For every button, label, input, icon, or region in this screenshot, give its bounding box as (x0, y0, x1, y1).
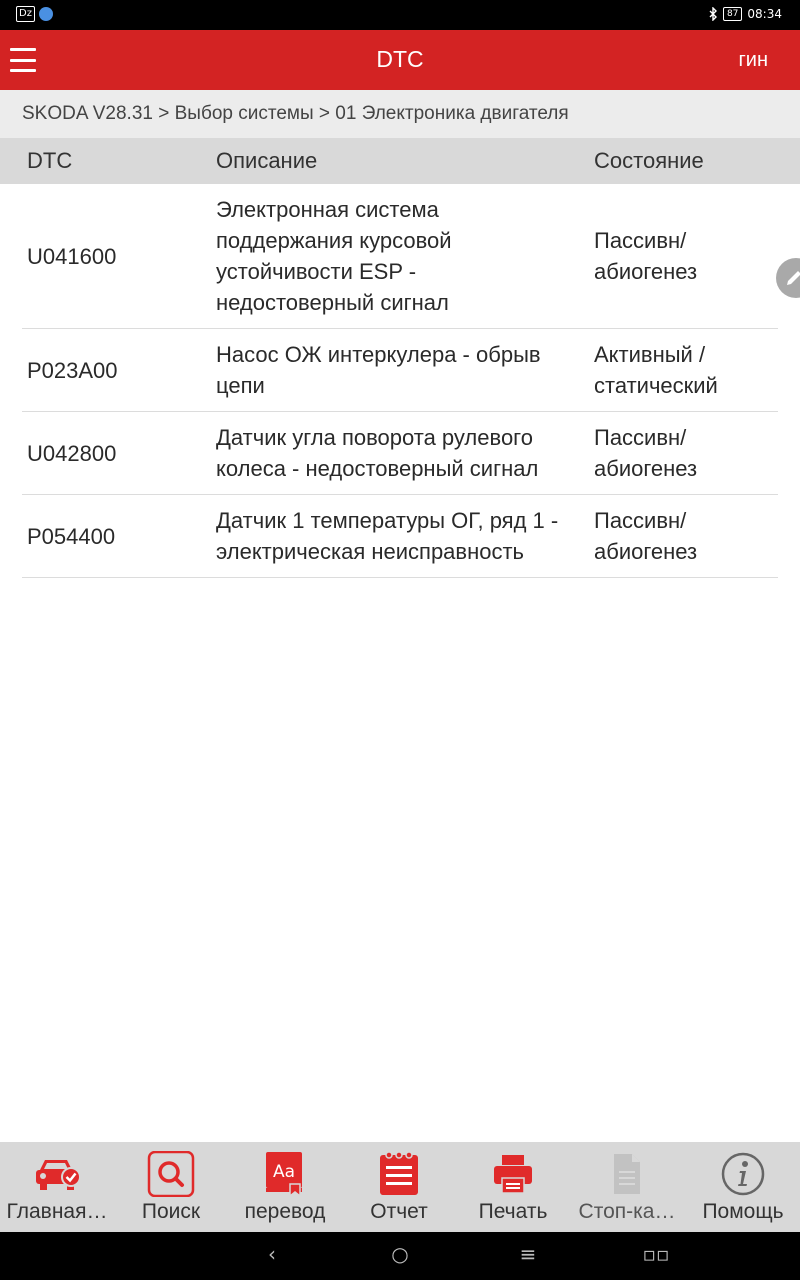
app-bar: DTC гин (0, 30, 800, 90)
back-nav-icon[interactable]: ‹ (257, 1242, 287, 1266)
table-header: DTC Описание Состояние (0, 138, 800, 184)
toolbar-label: Стоп-ка… (578, 1200, 676, 1223)
translate-icon: Aa (260, 1150, 310, 1198)
table-row[interactable]: P054400 Датчик 1 температуры ОГ, ряд 1 -… (22, 495, 778, 578)
table-row[interactable]: U041600 Электронная система поддержания … (22, 184, 778, 329)
header-state: Состояние (594, 148, 704, 173)
recents-nav-icon[interactable]: ▫▫ (641, 1242, 671, 1266)
toolbar-label: Главная… (6, 1200, 108, 1223)
table-row[interactable]: U042800 Датчик угла поворота рулевого ко… (22, 412, 778, 495)
svg-text:Aa: Aa (273, 1162, 295, 1182)
toolbar-help-button[interactable]: Помощь (686, 1142, 800, 1232)
car-check-icon (32, 1150, 82, 1198)
toolbar-label: Отчет (370, 1200, 428, 1223)
dtc-code: P054400 (27, 523, 116, 549)
login-button[interactable]: гин (738, 49, 768, 72)
toolbar-print-button[interactable]: Печать (456, 1142, 570, 1232)
battery-icon: 87 (722, 7, 743, 21)
status-bar: Dz 87 08:34 (0, 0, 800, 30)
dtc-state: Пассивн/ абиогенез (594, 425, 698, 481)
toolbar-label: перевод (244, 1200, 326, 1223)
toolbar-stopframe-button[interactable]: Стоп-ка… (570, 1142, 684, 1232)
home-nav-icon[interactable]: ○ (385, 1242, 415, 1266)
dtc-state: Активный / статический (594, 342, 718, 398)
notification-icon (38, 7, 53, 21)
header-description: Описание (216, 148, 318, 173)
info-icon (718, 1150, 768, 1198)
status-bar-right: 87 08:34 (708, 7, 782, 21)
report-icon (374, 1150, 424, 1198)
status-bar-left: Dz (16, 6, 53, 22)
menu-nav-icon[interactable]: ≡ (513, 1242, 543, 1266)
search-icon (146, 1150, 196, 1198)
printer-icon (488, 1150, 538, 1198)
dz-badge: Dz (16, 6, 35, 22)
dtc-code: P023A00 (27, 357, 118, 383)
toolbar-report-button[interactable]: Отчет (342, 1142, 456, 1232)
toolbar-label: Помощь (702, 1200, 784, 1223)
bottom-toolbar: Главная… Поиск Aa перевод Отчет Печать С… (0, 1142, 800, 1232)
toolbar-label: Печать (478, 1200, 548, 1223)
dtc-description: Датчик угла поворота рулевого колеса - н… (216, 425, 539, 481)
system-nav-bar: ‹ ○ ≡ ▫▫ (0, 1232, 800, 1280)
dtc-state: Пассивн/ абиогенез (594, 228, 698, 284)
header-dtc: DTC (27, 148, 73, 173)
dtc-code: U042800 (27, 440, 117, 466)
dtc-code: U041600 (27, 243, 117, 269)
toolbar-search-button[interactable]: Поиск (114, 1142, 228, 1232)
breadcrumb: SKODA V28.31 > Выбор системы > 01 Электр… (0, 90, 800, 138)
document-icon (602, 1150, 652, 1198)
page-title: DTC (376, 46, 424, 72)
toolbar-translate-button[interactable]: Aa перевод (228, 1142, 342, 1232)
table-row[interactable]: P023A00 Насос ОЖ интеркулера - обрыв цеп… (22, 329, 778, 412)
dtc-state: Пассивн/ абиогенез (594, 508, 698, 564)
dtc-description: Электронная система поддержания курсовой… (216, 197, 452, 315)
clock: 08:34 (747, 7, 782, 21)
bluetooth-icon (709, 7, 717, 21)
toolbar-home-button[interactable]: Главная… (0, 1142, 114, 1232)
pencil-icon (787, 271, 800, 285)
dtc-table: U041600 Электронная система поддержания … (0, 184, 800, 578)
dtc-description: Насос ОЖ интеркулера - обрыв цепи (216, 342, 541, 398)
dtc-description: Датчик 1 температуры ОГ, ряд 1 - электри… (216, 508, 559, 564)
toolbar-label: Поиск (141, 1200, 201, 1223)
